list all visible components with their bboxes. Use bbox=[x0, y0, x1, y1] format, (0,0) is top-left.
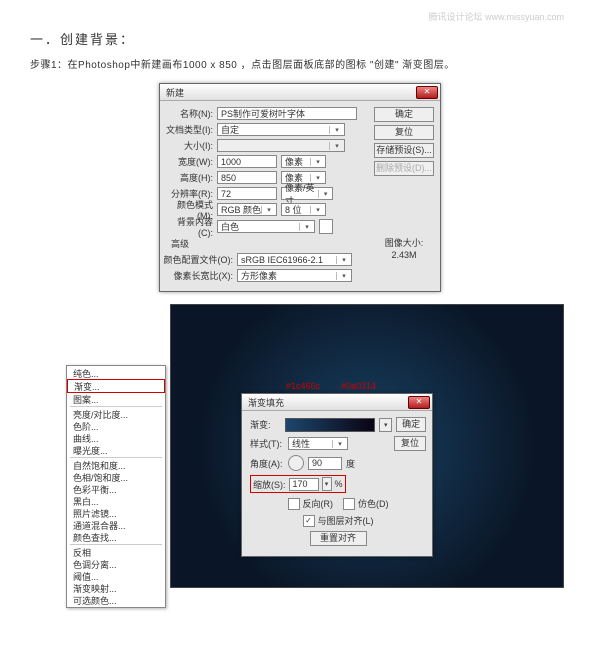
chevron-down-icon[interactable]: ▾ bbox=[322, 477, 332, 491]
width-input[interactable]: 1000 bbox=[217, 155, 277, 168]
cancel-button[interactable]: 复位 bbox=[374, 125, 434, 140]
chevron-down-icon: ▾ bbox=[329, 142, 342, 150]
new-document-dialog: 新建 ✕ 名称(N): PS制作可爱树叶字体 文档类型(I): 自定 ▾ 大小(… bbox=[159, 83, 441, 292]
menu-item[interactable]: 曲线... bbox=[67, 432, 165, 444]
reset-align-button[interactable]: 重置对齐 bbox=[310, 531, 367, 546]
chevron-down-icon: ▾ bbox=[310, 158, 323, 166]
canvas-preview: 纯色... 渐变... 图案... 亮度/对比度... 色阶... 曲线... … bbox=[170, 304, 564, 588]
section-heading: 一．创建背景： bbox=[30, 29, 570, 48]
scale-label: 缩放(S): bbox=[253, 478, 286, 491]
bg-select[interactable]: 白色▾ bbox=[217, 220, 315, 233]
reverse-label: 反向(R) bbox=[303, 497, 334, 510]
close-icon[interactable]: ✕ bbox=[408, 396, 430, 409]
menu-item[interactable]: 色相/饱和度... bbox=[67, 471, 165, 483]
dialog-titlebar: 新建 ✕ bbox=[160, 84, 440, 101]
menu-item-gradient[interactable]: 渐变... bbox=[67, 379, 165, 393]
delete-preset-button: 删除预设(D)... bbox=[374, 161, 434, 176]
angle-dial-icon[interactable] bbox=[288, 455, 304, 471]
menu-item[interactable]: 色彩平衡... bbox=[67, 483, 165, 495]
dialog-title: 新建 bbox=[166, 86, 184, 99]
colormode-select[interactable]: RGB 颜色▾ bbox=[217, 203, 277, 216]
resolution-input[interactable]: 72 bbox=[217, 187, 277, 200]
profile-select[interactable]: sRGB IEC61966-2.1▾ bbox=[237, 253, 352, 266]
menu-item[interactable]: 自然饱和度... bbox=[67, 459, 165, 471]
menu-item[interactable]: 亮度/对比度... bbox=[67, 408, 165, 420]
color-annotation-b: #0a0314 bbox=[341, 381, 376, 391]
angle-input[interactable]: 90 bbox=[308, 457, 342, 470]
width-unit-select[interactable]: 像素▾ bbox=[281, 155, 326, 168]
bg-label: 背景内容(C): bbox=[163, 220, 213, 233]
chevron-down-icon: ▾ bbox=[329, 126, 342, 134]
watermark-text: 腾讯设计论坛 www.missyuan.com bbox=[30, 10, 570, 23]
chevron-down-icon: ▾ bbox=[332, 440, 345, 448]
name-label: 名称(N): bbox=[163, 107, 213, 120]
adjustment-layer-menu: 纯色... 渐变... 图案... 亮度/对比度... 色阶... 曲线... … bbox=[66, 365, 166, 608]
menu-item[interactable]: 图案... bbox=[67, 393, 165, 405]
gradient-fill-dialog: 渐变填充 ✕ 渐变: ▾ 确定 样式(T): 线性▾ 复位 bbox=[241, 393, 433, 557]
dialog-titlebar: 渐变填充 ✕ bbox=[242, 394, 432, 411]
scale-input[interactable]: 170 bbox=[289, 478, 319, 491]
menu-item[interactable]: 色阶... bbox=[67, 420, 165, 432]
ok-button[interactable]: 确定 bbox=[374, 107, 434, 122]
menu-item[interactable]: 曝光度... bbox=[67, 444, 165, 456]
size-label: 大小(I): bbox=[163, 139, 213, 152]
angle-label: 角度(A): bbox=[250, 457, 284, 470]
image-size-readout: 图像大小: 2.43M bbox=[374, 237, 434, 262]
style-label: 样式(T): bbox=[250, 437, 284, 450]
align-label: 与图层对齐(L) bbox=[318, 514, 374, 527]
menu-item[interactable]: 通道混合器... bbox=[67, 519, 165, 531]
profile-label: 颜色配置文件(O): bbox=[163, 253, 233, 266]
chevron-down-icon: ▾ bbox=[310, 206, 323, 214]
reverse-checkbox[interactable] bbox=[288, 498, 300, 510]
bitdepth-select[interactable]: 8 位▾ bbox=[281, 203, 326, 216]
chevron-down-icon[interactable]: ▾ bbox=[379, 418, 392, 432]
width-label: 宽度(W): bbox=[163, 155, 213, 168]
advanced-label: 高级 bbox=[171, 237, 370, 250]
aspect-label: 像素长宽比(X): bbox=[163, 269, 233, 282]
step-description: 步骤1：在Photoshop中新建画布1000 x 850 ，点击图层面板底部的… bbox=[30, 56, 570, 71]
aspect-select[interactable]: 方形像素▾ bbox=[237, 269, 352, 282]
save-preset-button[interactable]: 存储预设(S)... bbox=[374, 143, 434, 158]
dither-checkbox[interactable] bbox=[343, 498, 355, 510]
menu-item[interactable]: 阈值... bbox=[67, 570, 165, 582]
preset-label: 文档类型(I): bbox=[163, 123, 213, 136]
chevron-down-icon: ▾ bbox=[261, 206, 274, 214]
chevron-down-icon: ▾ bbox=[336, 256, 349, 264]
dialog-title: 渐变填充 bbox=[248, 396, 284, 409]
bg-swatch[interactable] bbox=[319, 219, 333, 234]
color-annotation-a: #1c466c bbox=[286, 381, 320, 391]
menu-item[interactable]: 颜色查找... bbox=[67, 531, 165, 543]
cancel-button[interactable]: 复位 bbox=[394, 436, 426, 451]
align-checkbox[interactable]: ✓ bbox=[303, 515, 315, 527]
scale-pct-label: % bbox=[335, 478, 343, 491]
menu-item[interactable]: 照片滤镜... bbox=[67, 507, 165, 519]
chevron-down-icon: ▾ bbox=[299, 223, 312, 231]
size-select: ▾ bbox=[217, 139, 345, 152]
chevron-down-icon: ▾ bbox=[318, 190, 330, 198]
dither-label: 仿色(D) bbox=[358, 497, 389, 510]
resolution-unit-select[interactable]: 像素/英寸▾ bbox=[281, 187, 333, 200]
chevron-down-icon: ▾ bbox=[336, 272, 349, 280]
angle-deg-label: 度 bbox=[346, 457, 355, 470]
menu-item[interactable]: 黑白... bbox=[67, 495, 165, 507]
preset-select[interactable]: 自定 ▾ bbox=[217, 123, 345, 136]
menu-item[interactable]: 色调分离... bbox=[67, 558, 165, 570]
menu-item[interactable]: 可选颜色... bbox=[67, 594, 165, 606]
gradient-label: 渐变: bbox=[250, 418, 281, 431]
menu-item[interactable]: 纯色... bbox=[67, 367, 165, 379]
height-label: 高度(H): bbox=[163, 171, 213, 184]
name-input[interactable]: PS制作可爱树叶字体 bbox=[217, 107, 357, 120]
ok-button[interactable]: 确定 bbox=[396, 417, 426, 432]
style-select[interactable]: 线性▾ bbox=[288, 437, 348, 450]
height-input[interactable]: 850 bbox=[217, 171, 277, 184]
close-icon[interactable]: ✕ bbox=[416, 86, 438, 99]
gradient-preview[interactable] bbox=[285, 418, 375, 432]
menu-item[interactable]: 反相 bbox=[67, 546, 165, 558]
menu-item[interactable]: 渐变映射... bbox=[67, 582, 165, 594]
